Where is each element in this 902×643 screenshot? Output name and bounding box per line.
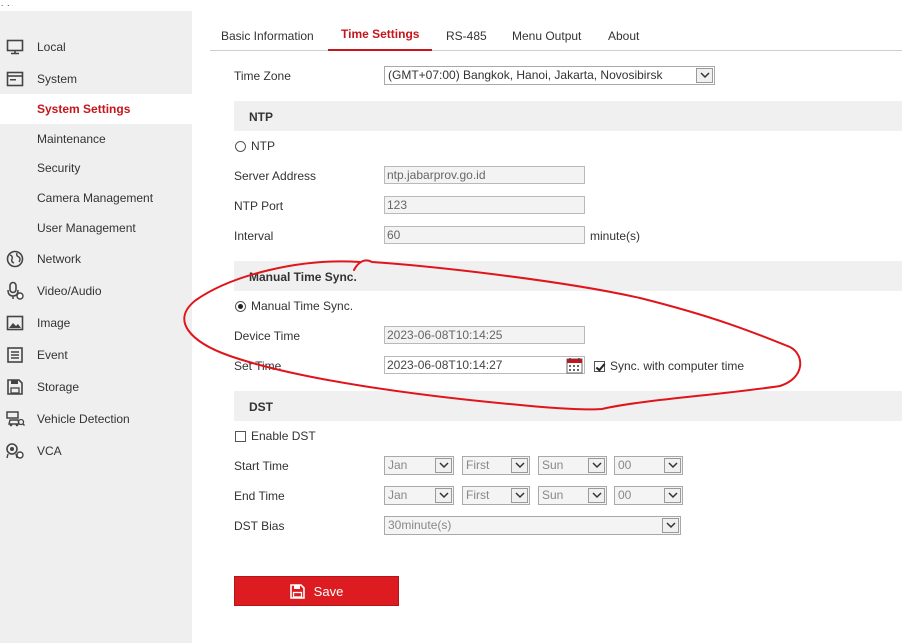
red-annotation-circle [183,259,802,411]
